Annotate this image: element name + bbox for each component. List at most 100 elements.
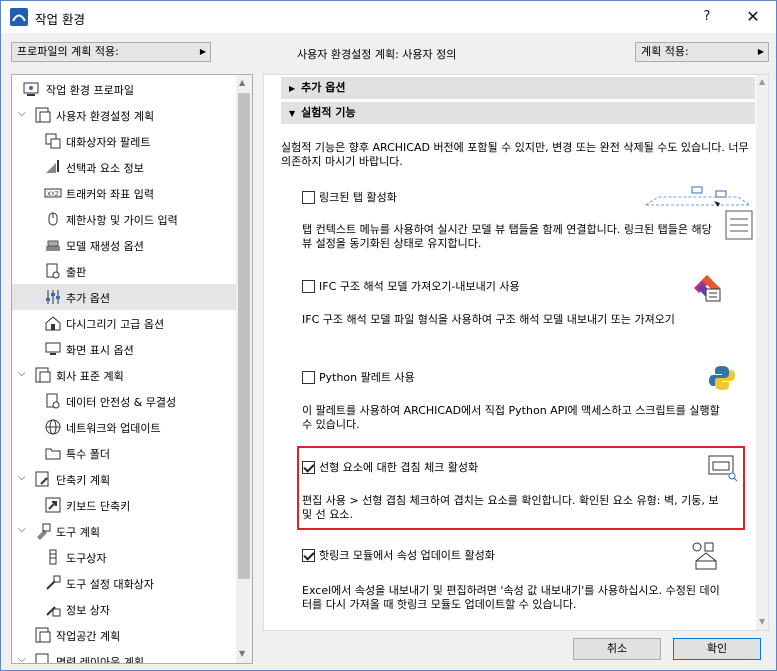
python-palette-checkbox-row[interactable]: Python 팔레트 사용 bbox=[302, 369, 415, 385]
ifc-structural-desc: IFC 구조 해석 모델 파일 형식을 사용하여 구조 해석 모델 내보내기 또… bbox=[302, 313, 675, 326]
settings-tree[interactable]: 작업 환경 프로파일 ⌵ 사용자 환경설정 계획 대화상자와 팔레트 선택과 요… bbox=[11, 74, 253, 664]
hotlink-update-checkbox[interactable] bbox=[302, 548, 315, 562]
tree-item-label: 도구 계획 bbox=[56, 526, 100, 539]
tree-item-keyboard-shortcuts[interactable]: 키보드 단축키 bbox=[12, 492, 236, 518]
tree-item-label: 회사 표준 계획 bbox=[56, 370, 124, 383]
overlap-check-label: 선형 요소에 대한 겹침 체크 활성화 bbox=[319, 461, 479, 474]
tree-item-label: 특수 폴더 bbox=[66, 448, 110, 461]
hotlink-icon bbox=[692, 542, 717, 570]
python-palette-checkbox[interactable] bbox=[302, 370, 315, 384]
tree-item-label: 화면 표시 옵션 bbox=[66, 344, 134, 357]
close-button[interactable]: ✕ bbox=[731, 1, 775, 33]
scroll-up-icon[interactable]: ▲ bbox=[759, 77, 765, 86]
apply-scheme-dropdown[interactable]: 계획 적용: ▶ bbox=[635, 42, 769, 62]
triangle-down-icon: ▼ bbox=[289, 109, 296, 118]
triangle-right-icon: ▶ bbox=[199, 47, 206, 56]
tree-item-publish[interactable]: 출판 bbox=[12, 258, 236, 284]
ifc-icon bbox=[694, 275, 721, 302]
overlap-check-checkbox-row[interactable]: 선형 요소에 대한 겹침 체크 활성화 bbox=[302, 459, 478, 475]
tree-item-work-env-profile[interactable]: 작업 환경 프로파일 bbox=[12, 76, 236, 102]
shortcut-scheme-icon bbox=[35, 471, 49, 487]
tree-scroll-thumb[interactable] bbox=[238, 93, 250, 579]
tree-item-label: 도구상자 bbox=[66, 552, 107, 565]
tree-item-tracker[interactable]: XYZ 트래커와 좌표 입력 bbox=[12, 180, 236, 206]
tree-item-constraints[interactable]: 제한사항 및 가이드 입력 bbox=[12, 206, 236, 232]
python-palette-label: Python 팔레트 사용 bbox=[319, 371, 415, 384]
monitor-icon bbox=[45, 342, 61, 355]
tree-item-user-prefs-scheme[interactable]: ⌵ 사용자 환경설정 계획 bbox=[12, 102, 236, 128]
title-bar[interactable]: 작업 환경 ? ✕ bbox=[1, 1, 776, 33]
company-icon bbox=[35, 367, 51, 383]
chevron-down-icon[interactable]: ⌵ bbox=[18, 654, 26, 663]
tree-item-redraw-advanced[interactable]: 다시그리기 고급 옵션 bbox=[12, 310, 236, 336]
tree-item-shortcut-schemes[interactable]: ⌵ 단축키 계획 bbox=[12, 466, 236, 492]
command-layout-icon bbox=[35, 653, 49, 663]
section-experimental[interactable]: ▼ 실험적 기능 bbox=[281, 102, 755, 124]
scroll-down-icon[interactable]: ▼ bbox=[239, 649, 245, 658]
tree-item-model-rebuild[interactable]: 모델 재생성 옵션 bbox=[12, 232, 236, 258]
tree-item-selection-info[interactable]: 선택과 요소 정보 bbox=[12, 154, 236, 180]
tree-item-network[interactable]: 네트워크와 업데이트 bbox=[12, 414, 236, 440]
experimental-intro: 실험적 기능은 향후 ARCHICAD 버전에 포함될 수 있지만, 변경 또는… bbox=[281, 141, 749, 168]
tree-item-special-folders[interactable]: 특수 폴더 bbox=[12, 440, 236, 466]
content-scrollbar[interactable]: ▲ ▼ bbox=[756, 75, 768, 630]
tree-item-info-box[interactable]: 정보 상자 bbox=[12, 596, 236, 622]
cancel-button[interactable]: 취소 bbox=[573, 638, 661, 660]
ifc-structural-checkbox-row[interactable]: IFC 구조 해석 모델 가져오기-내보내기 사용 bbox=[302, 278, 520, 294]
scroll-down-icon[interactable]: ▼ bbox=[759, 617, 765, 626]
svg-text:XYZ: XYZ bbox=[47, 191, 59, 198]
tree-item-tool-schemes[interactable]: ⌵ 도구 계획 bbox=[12, 518, 236, 544]
tree-item-label: 정보 상자 bbox=[66, 604, 110, 617]
hotlink-update-checkbox-row[interactable]: 핫링크 모듈에서 속성 업데이트 활성화 bbox=[302, 547, 495, 563]
tree-item-data-safety[interactable]: 데이터 안전성 & 무결성 bbox=[12, 388, 236, 414]
linked-tabs-desc: 탭 컨텍스트 메뉴를 사용하여 실시간 모델 뷰 탭들을 함께 연결합니다. 링… bbox=[302, 223, 712, 250]
sliders-icon bbox=[46, 290, 60, 304]
chevron-down-icon[interactable]: ⌵ bbox=[18, 108, 26, 119]
apply-profile-dropdown[interactable]: 프로파일의 계획 적용: ▶ bbox=[11, 42, 211, 62]
tree-item-label: 다시그리기 고급 옵션 bbox=[66, 318, 165, 331]
linked-tabs-checkbox[interactable] bbox=[302, 190, 315, 204]
tree-item-toolbox[interactable]: 도구상자 bbox=[12, 544, 236, 570]
ifc-structural-checkbox[interactable] bbox=[302, 279, 315, 293]
content-panel: ▶ 추가 옵션 ▼ 실험적 기능 실험적 기능은 향후 ARCHICAD 버전에 포… bbox=[263, 74, 769, 631]
tree-item-tool-settings[interactable]: 도구 설정 대화상자 bbox=[12, 570, 236, 596]
chevron-down-icon[interactable]: ⌵ bbox=[18, 472, 26, 483]
scroll-up-icon[interactable]: ▲ bbox=[239, 78, 245, 87]
help-button[interactable]: ? bbox=[685, 1, 729, 33]
tree-item-more-options[interactable]: 추가 옵션 bbox=[12, 284, 236, 310]
apply-scheme-label: 계획 적용: bbox=[641, 45, 689, 58]
section-more-options[interactable]: ▶ 추가 옵션 bbox=[281, 77, 755, 99]
tree-item-label: 사용자 환경설정 계획 bbox=[56, 110, 155, 123]
dialogs-icon bbox=[45, 133, 61, 149]
tree-item-label: 데이터 안전성 & 무결성 bbox=[66, 396, 177, 409]
tree-item-workspace-schemes[interactable]: 작업공간 계획 bbox=[12, 622, 236, 648]
tree-item-label: 작업 환경 프로파일 bbox=[46, 84, 134, 97]
triangle-right-icon: ▶ bbox=[289, 84, 296, 93]
folder-icon bbox=[45, 448, 61, 460]
xyz-icon: XYZ bbox=[44, 188, 62, 198]
section-title: 추가 옵션 bbox=[301, 81, 346, 94]
chevron-down-icon[interactable]: ⌵ bbox=[18, 368, 26, 379]
tree-scrollbar[interactable]: ▲ ▼ bbox=[236, 75, 252, 663]
linked-tabs-checkbox-row[interactable]: 링크된 탭 활성화 bbox=[302, 189, 397, 205]
toolbox-icon bbox=[49, 549, 57, 565]
linked-tabs-label: 링크된 탭 활성화 bbox=[319, 191, 397, 204]
window-title: 작업 환경 bbox=[35, 12, 85, 27]
bricks-icon bbox=[46, 240, 60, 251]
data-safety-icon bbox=[46, 393, 60, 409]
tree-item-label: 도구 설정 대화상자 bbox=[66, 578, 154, 591]
tree-item-company-standards[interactable]: ⌵ 회사 표준 계획 bbox=[12, 362, 236, 388]
ok-button[interactable]: 확인 bbox=[673, 638, 761, 660]
ifc-structural-label: IFC 구조 해석 모델 가져오기-내보내기 사용 bbox=[319, 280, 520, 293]
python-palette-desc: 이 팔레트를 사용하여 ARCHICAD에서 직접 Python API에 액세… bbox=[302, 404, 720, 431]
tree-item-dialogs-palettes[interactable]: 대화상자와 팔레트 bbox=[12, 128, 236, 154]
overlap-check-checkbox[interactable] bbox=[302, 460, 315, 474]
tree-item-display-options[interactable]: 화면 표시 옵션 bbox=[12, 336, 236, 362]
selection-icon bbox=[46, 160, 59, 173]
tree-item-command-layout[interactable]: ⌵ 명령 레이아웃 계획 bbox=[12, 648, 236, 663]
mouse-icon bbox=[48, 212, 58, 226]
section-title: 실험적 기능 bbox=[301, 106, 356, 119]
chevron-down-icon[interactable]: ⌵ bbox=[18, 524, 26, 535]
keyboard-shortcut-icon bbox=[45, 497, 61, 513]
tree-item-label: 키보드 단축키 bbox=[66, 500, 131, 513]
